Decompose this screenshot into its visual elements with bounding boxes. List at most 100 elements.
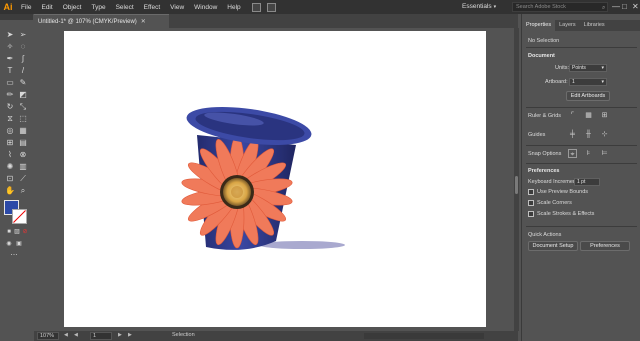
scale-strokes-checkbox[interactable]	[528, 211, 534, 217]
status-tool-text[interactable]: Selection	[172, 332, 195, 338]
show-guides-icon[interactable]: ╪	[568, 130, 577, 139]
draw-mode-icon[interactable]: ◉	[4, 239, 14, 249]
menu-file[interactable]: File	[16, 4, 36, 11]
pen-tool-icon[interactable]: ✒	[5, 54, 15, 64]
perspective-grid-tool-icon[interactable]: ▦	[18, 126, 28, 136]
blend-tool-icon[interactable]: ⊗	[18, 150, 28, 160]
cup-illustration[interactable]	[64, 31, 486, 327]
tab-layers[interactable]: Layers	[555, 20, 580, 31]
eyedropper-tool-icon[interactable]: ⌇	[5, 150, 15, 160]
symbol-sprayer-tool-icon[interactable]: ✺	[5, 162, 15, 172]
snap-to-point-icon[interactable]: ⌖	[568, 149, 577, 158]
type-tool-icon[interactable]: T	[5, 66, 15, 76]
width-tool-icon[interactable]: ⧖	[5, 114, 15, 124]
snap-to-pixel-icon[interactable]: ⊨	[600, 149, 609, 158]
menu-window[interactable]: Window	[189, 4, 222, 11]
artboard[interactable]	[64, 31, 486, 327]
menu-object[interactable]: Object	[58, 4, 87, 11]
bridge-icon[interactable]	[251, 2, 261, 12]
use-preview-bounds-label: Use Preview Bounds	[537, 189, 589, 195]
stock-search-input[interactable]: Search Adobe Stock ⌕	[512, 2, 608, 12]
direct-selection-tool-icon[interactable]: ➢	[18, 30, 28, 40]
tools-panel-grip[interactable]	[0, 14, 33, 20]
scale-strokes-label: Scale Strokes & Effects	[537, 211, 595, 217]
column-graph-tool-icon[interactable]: ▥	[18, 162, 28, 172]
artboard-tool-icon[interactable]: ⊡	[5, 174, 15, 184]
stroke-color-swatch[interactable]	[12, 209, 27, 224]
pixel-grid-icon[interactable]: ⊞	[600, 111, 609, 120]
scale-corners-checkbox[interactable]	[528, 200, 534, 206]
lasso-tool-icon[interactable]: ◌	[18, 42, 28, 52]
selection-tool-icon[interactable]: ➤	[5, 30, 15, 40]
menu-select[interactable]: Select	[111, 4, 139, 11]
mesh-tool-icon[interactable]: ⊞	[5, 138, 15, 148]
workspace-switcher[interactable]: Essentials ▾	[462, 3, 496, 10]
horizontal-scrollbar[interactable]	[364, 333, 484, 339]
line-tool-icon[interactable]: /	[18, 66, 28, 76]
none-mode-icon[interactable]: ⊘	[20, 227, 30, 237]
last-artboard-icon[interactable]: ▶	[128, 332, 132, 338]
tab-libraries[interactable]: Libraries	[580, 20, 609, 31]
pencil-tool-icon[interactable]: ✏	[5, 90, 15, 100]
document-tab-title: Untitled-1* @ 107% (CMYK/Preview)	[38, 18, 137, 25]
curvature-tool-icon[interactable]: ∫	[18, 54, 28, 64]
snap-to-grid-icon[interactable]: ⊧	[584, 149, 593, 158]
first-artboard-icon[interactable]: ◀	[64, 332, 68, 338]
paintbrush-tool-icon[interactable]: ✎	[18, 78, 28, 88]
edit-toolbar-icon[interactable]: ⋯	[9, 251, 19, 261]
scale-tool-icon[interactable]: ⤡	[18, 102, 28, 112]
maximize-button[interactable]: □	[622, 2, 627, 11]
next-artboard-icon[interactable]: ▶	[118, 332, 122, 338]
menu-type[interactable]: Type	[86, 4, 110, 11]
close-tab-icon[interactable]: ✕	[141, 18, 146, 25]
tab-properties[interactable]: Properties	[522, 20, 556, 31]
artboard-value: 1	[572, 79, 575, 85]
ruler-icon[interactable]: ⌜	[568, 111, 577, 120]
gradient-tool-icon[interactable]: ▤	[18, 138, 28, 148]
artboard-select[interactable]: 1 ▾	[569, 78, 607, 86]
chevron-down-icon: ▾	[493, 4, 497, 10]
minimize-button[interactable]: —	[612, 2, 620, 11]
vertical-scroll-thumb[interactable]	[515, 176, 518, 194]
edit-artboards-button[interactable]: Edit Artboards	[566, 91, 610, 101]
quick-actions-label: Quick Actions	[528, 232, 562, 238]
zoom-tool-icon[interactable]: ⌕	[18, 186, 28, 196]
zoom-level-field[interactable]: 107%	[37, 332, 59, 340]
free-transform-tool-icon[interactable]: ⬚	[18, 114, 28, 124]
keyboard-increment-input[interactable]: 1 pt	[574, 178, 600, 186]
grid-icon[interactable]: ▦	[584, 111, 593, 120]
preferences-button[interactable]: Preferences	[580, 241, 630, 251]
shape-builder-tool-icon[interactable]: ◎	[5, 126, 15, 136]
document-setup-button[interactable]: Document Setup	[528, 241, 578, 251]
units-value: Points	[572, 65, 586, 71]
menu-effect[interactable]: Effect	[139, 4, 166, 11]
arrange-documents-icon[interactable]	[266, 2, 276, 12]
keyboard-increment-label: Keyboard Increment:	[528, 179, 580, 185]
divider	[526, 145, 637, 146]
divider	[526, 163, 637, 164]
eraser-tool-icon[interactable]: ◩	[18, 90, 28, 100]
menu-edit[interactable]: Edit	[36, 4, 57, 11]
use-preview-bounds-checkbox[interactable]	[528, 189, 534, 195]
selection-state-label: No Selection	[528, 38, 560, 44]
units-select[interactable]: Points ▾	[569, 64, 607, 72]
close-window-button[interactable]: ✕	[632, 2, 639, 11]
units-label: Units:	[555, 65, 570, 71]
smart-guides-icon[interactable]: ⊹	[600, 130, 609, 139]
status-bar: 107% ◀ ◀ 1 ▶ ▶ Selection	[34, 331, 518, 341]
previous-artboard-icon[interactable]: ◀	[74, 332, 78, 338]
slice-tool-icon[interactable]: ⟋	[18, 174, 28, 184]
rotate-tool-icon[interactable]: ↻	[5, 102, 15, 112]
lock-guides-icon[interactable]: ╫	[584, 130, 593, 139]
magic-wand-tool-icon[interactable]: ✧	[5, 42, 15, 52]
rectangle-tool-icon[interactable]: ▭	[5, 78, 15, 88]
divider	[526, 107, 637, 108]
hand-tool-icon[interactable]: ✋	[5, 186, 15, 196]
artboard-number-field[interactable]: 1	[90, 332, 112, 340]
menu-help[interactable]: Help	[222, 4, 245, 11]
document-section-header: Document	[528, 53, 555, 59]
document-tab[interactable]: Untitled-1* @ 107% (CMYK/Preview) ✕	[34, 14, 169, 28]
guides-label: Guides	[528, 132, 546, 138]
menu-view[interactable]: View	[165, 4, 189, 11]
screen-mode-icon[interactable]: ▣	[14, 239, 24, 249]
